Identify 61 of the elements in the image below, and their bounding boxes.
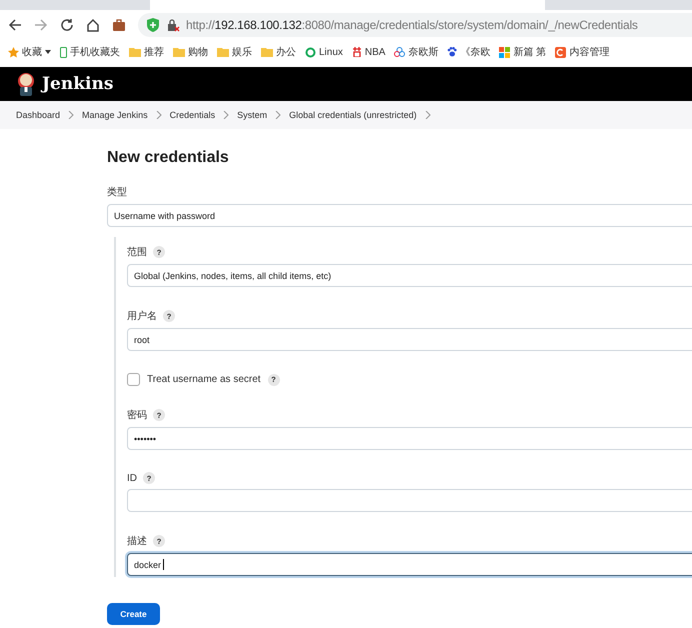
page-title: New credentials (107, 149, 230, 167)
chevron-icon (156, 111, 162, 119)
star-icon (8, 46, 19, 58)
reload-icon[interactable] (60, 18, 74, 32)
briefcase-icon[interactable] (112, 18, 126, 32)
checkbox-label: Treat username as secret (147, 374, 261, 385)
folder-icon (173, 47, 185, 57)
bookmark-label[interactable]: 内容管理 (569, 45, 610, 59)
chevron-icon (223, 111, 230, 119)
field-label: 用户名 (127, 310, 157, 323)
bookmark-icon (352, 47, 362, 57)
shield-icon (146, 18, 160, 32)
create-button[interactable]: Create (107, 603, 160, 625)
chevron-icon (68, 111, 74, 119)
folder-icon (129, 47, 141, 57)
breadcrumb-link[interactable]: Credentials (170, 110, 216, 120)
folder-icon (261, 47, 273, 57)
breadcrumb-link[interactable]: Global credentials (unrestricted) (289, 110, 417, 120)
bookmark-label[interactable]: 手机收藏夹 (70, 45, 120, 59)
chevron-icon (275, 111, 282, 119)
bookmark-label[interactable]: 收藏 (22, 45, 42, 59)
caret-icon[interactable] (45, 50, 51, 54)
home-icon[interactable] (86, 18, 100, 32)
field-label: 范围 (127, 246, 147, 259)
input-field[interactable]: ••••••• (127, 427, 692, 450)
bookmark-label[interactable]: 购物 (188, 45, 208, 59)
field-label: 描述 (127, 534, 147, 548)
bookmark-label[interactable]: 新篇 第 (513, 45, 546, 59)
bookmark-label[interactable]: Linux (319, 46, 343, 58)
checkbox[interactable] (127, 373, 140, 386)
input-field[interactable]: docker (127, 553, 692, 576)
lock-icon (166, 18, 180, 32)
field-label: 密码 (127, 408, 147, 422)
input-field[interactable]: root (127, 328, 692, 351)
breadcrumb-link[interactable]: Manage Jenkins (82, 110, 148, 120)
phone-icon (60, 46, 67, 58)
field-label: ID (127, 472, 137, 484)
folder-icon (217, 47, 229, 57)
paw-icon (447, 47, 458, 57)
app-title[interactable]: Jenkins (42, 74, 114, 94)
breadcrumb-link[interactable]: Dashboard (16, 110, 60, 120)
field-label: 类型 (107, 186, 127, 199)
address-bar[interactable]: http://192.168.100.132:8080/manage/credentials/store/system/domain/_/newCredentials (138, 13, 692, 37)
scope-select[interactable]: Global (Jenkins, nodes, items, all child items, etc) (127, 264, 692, 287)
bookmark-label[interactable]: 办公 (276, 45, 296, 59)
chevron-icon (424, 111, 431, 119)
breadcrumb-link[interactable]: System (237, 110, 268, 120)
bookmark-label[interactable]: 奈欧斯 (408, 45, 438, 59)
bookmark-label[interactable]: NBA (364, 46, 386, 58)
windows-tiles-icon (499, 46, 510, 58)
type-select[interactable]: Username with password (107, 204, 692, 227)
butler-logo (16, 72, 36, 96)
bookmark-icon (555, 46, 566, 58)
input-field[interactable] (127, 489, 692, 512)
bookmark-label[interactable]: 《奈欧 (460, 45, 490, 59)
cloud-icon (394, 47, 406, 57)
back-icon[interactable] (8, 18, 22, 32)
url-text: http://192.168.100.132:8080/manage/credentials/store/system/domain/_/newCredentials (186, 18, 638, 32)
bookmark-label[interactable]: 娱乐 (232, 45, 252, 59)
bookmark-label[interactable]: 推荐 (144, 45, 164, 59)
ring-icon (305, 46, 316, 58)
